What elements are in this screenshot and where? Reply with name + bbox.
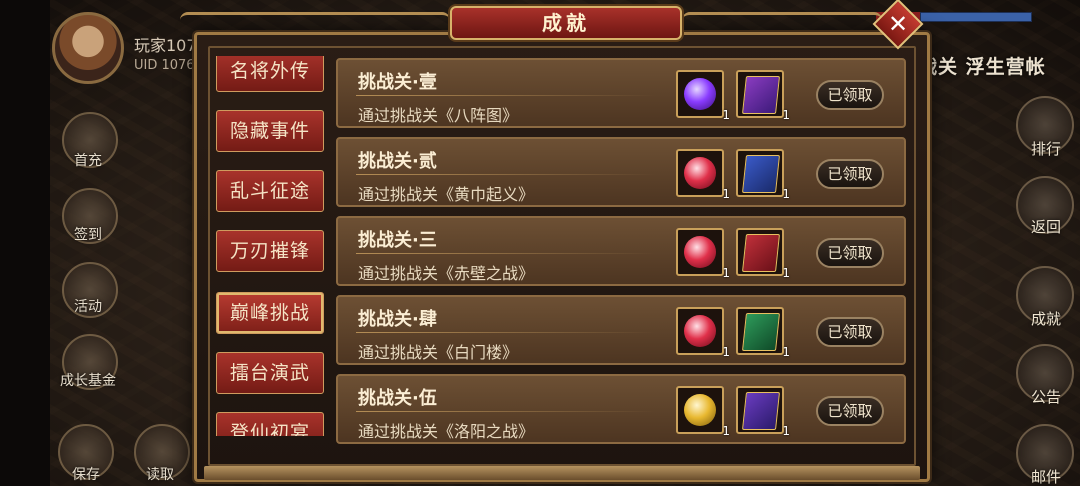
achievement-desc: 通过挑战关《八阵图》 xyxy=(358,106,519,125)
reward-qty: 1 xyxy=(782,187,790,201)
title-deco-left xyxy=(180,12,450,30)
tab-immortal-feast[interactable]: 登仙初宴 xyxy=(216,412,324,436)
divider xyxy=(356,95,656,96)
title-deco-right xyxy=(682,12,882,30)
left-edge-shadow xyxy=(0,0,50,486)
save-label: 保存 xyxy=(72,467,100,483)
reward-item-gem[interactable]: 1 xyxy=(676,386,730,438)
mana-bar-blue xyxy=(920,12,1032,22)
reward-qty: 1 xyxy=(722,424,730,438)
claimed-button[interactable]: 已领取 xyxy=(816,159,884,189)
back-label: 返回 xyxy=(1030,218,1061,236)
achievement-label: 成就 xyxy=(1030,310,1061,328)
reward-item-gem[interactable]: 1 xyxy=(676,70,730,122)
achievement-row: 挑战关·壹 通过挑战关《八阵图》 1 1 已领取 xyxy=(336,58,906,128)
dialog-title-bar: 成就 xyxy=(450,6,682,40)
stage-name: 战关 浮生营帐 xyxy=(918,56,1046,78)
reward-qty: 1 xyxy=(722,108,730,122)
tab-blade-assault[interactable]: 万刃摧锋 xyxy=(216,230,324,272)
achievement-desc: 通过挑战关《洛阳之战》 xyxy=(358,422,535,441)
achievement-row: 挑战关·三 通过挑战关《赤壁之战》 1 1 已领取 xyxy=(336,216,906,286)
dialog-title: 成就 xyxy=(542,11,590,35)
blue-book-icon xyxy=(742,155,780,193)
red-gem-icon xyxy=(684,236,716,268)
achievement-row: 挑战关·肆 通过挑战关《白门楼》 1 1 已领取 xyxy=(336,295,906,365)
reward-item-book[interactable]: 1 xyxy=(736,386,790,438)
close-icon[interactable]: ✕ xyxy=(880,6,916,42)
divider xyxy=(356,332,656,333)
divider xyxy=(356,174,656,175)
green-book-icon xyxy=(742,313,780,351)
reward-item-book[interactable]: 1 xyxy=(736,307,790,359)
reward-qty: 1 xyxy=(782,108,790,122)
tab-melee-journey[interactable]: 乱斗征途 xyxy=(216,170,324,212)
category-tab-list[interactable]: 名将外传 隐藏事件 乱斗征途 万刃摧锋 巅峰挑战 擂台演武 登仙初宴 xyxy=(214,56,330,436)
claimed-button[interactable]: 已领取 xyxy=(816,396,884,426)
reward-item-book[interactable]: 1 xyxy=(736,70,790,122)
red-book-icon xyxy=(742,234,780,272)
claimed-button[interactable]: 已领取 xyxy=(816,238,884,268)
red-gem-icon xyxy=(684,157,716,189)
achievement-row: 挑战关·贰 通过挑战关《黄巾起义》 1 1 已领取 xyxy=(336,137,906,207)
tab-peak-challenge[interactable]: 巅峰挑战 xyxy=(216,292,324,334)
tab-hidden-events[interactable]: 隐藏事件 xyxy=(216,110,324,152)
game-scene: 玩家107 UID 1076 首充 签到 活动 成长基金 保存 读取 战关 浮生… xyxy=(0,0,1080,486)
achievement-title: 挑战关·伍 xyxy=(358,388,437,409)
reward-item-gem[interactable]: 1 xyxy=(676,228,730,280)
mail-label: 邮件 xyxy=(1030,468,1061,486)
achievement-title: 挑战关·肆 xyxy=(358,309,437,330)
reward-qty: 1 xyxy=(722,187,730,201)
achievement-desc: 通过挑战关《赤壁之战》 xyxy=(358,264,535,283)
notice-label: 公告 xyxy=(1030,388,1061,406)
purple-book-icon xyxy=(742,392,780,430)
load-label: 读取 xyxy=(146,467,174,483)
reward-qty: 1 xyxy=(782,266,790,280)
achievement-desc: 通过挑战关《黄巾起义》 xyxy=(358,185,535,204)
growth-fund-label: 成长基金 xyxy=(60,373,116,389)
reward-qty: 1 xyxy=(722,345,730,359)
achievement-title: 挑战关·壹 xyxy=(358,72,437,93)
claimed-button[interactable]: 已领取 xyxy=(816,317,884,347)
achievement-title: 挑战关·三 xyxy=(358,230,437,251)
achievement-list[interactable]: 挑战关·壹 通过挑战关《八阵图》 1 1 已领取 挑战关·贰 通过挑战关《黄巾起… xyxy=(336,56,908,448)
reward-item-gem[interactable]: 1 xyxy=(676,307,730,359)
achievement-row: 挑战关·伍 通过挑战关《洛阳之战》 1 1 已领取 xyxy=(336,374,906,444)
purple-gem-icon xyxy=(684,78,716,110)
tab-generals-legends[interactable]: 名将外传 xyxy=(216,56,324,92)
reward-item-gem[interactable]: 1 xyxy=(676,149,730,201)
purple-book-icon xyxy=(742,76,780,114)
player-avatar[interactable] xyxy=(52,12,124,84)
divider xyxy=(356,253,656,254)
claimed-button[interactable]: 已领取 xyxy=(816,80,884,110)
sign-in-label: 签到 xyxy=(74,227,102,243)
reward-qty: 1 xyxy=(782,345,790,359)
reward-item-book[interactable]: 1 xyxy=(736,149,790,201)
tab-arena-martial[interactable]: 擂台演武 xyxy=(216,352,324,394)
gold-gem-icon xyxy=(684,394,716,426)
reward-qty: 1 xyxy=(782,424,790,438)
rank-label: 排行 xyxy=(1030,140,1061,158)
dialog-bottom-bar xyxy=(204,466,920,480)
achievement-title: 挑战关·贰 xyxy=(358,151,437,172)
first-charge-label: 首充 xyxy=(74,153,102,169)
reward-qty: 1 xyxy=(722,266,730,280)
achievement-desc: 通过挑战关《白门楼》 xyxy=(358,343,519,362)
red-gem-icon xyxy=(684,315,716,347)
reward-item-book[interactable]: 1 xyxy=(736,228,790,280)
divider xyxy=(356,411,656,412)
events-label: 活动 xyxy=(74,299,102,315)
